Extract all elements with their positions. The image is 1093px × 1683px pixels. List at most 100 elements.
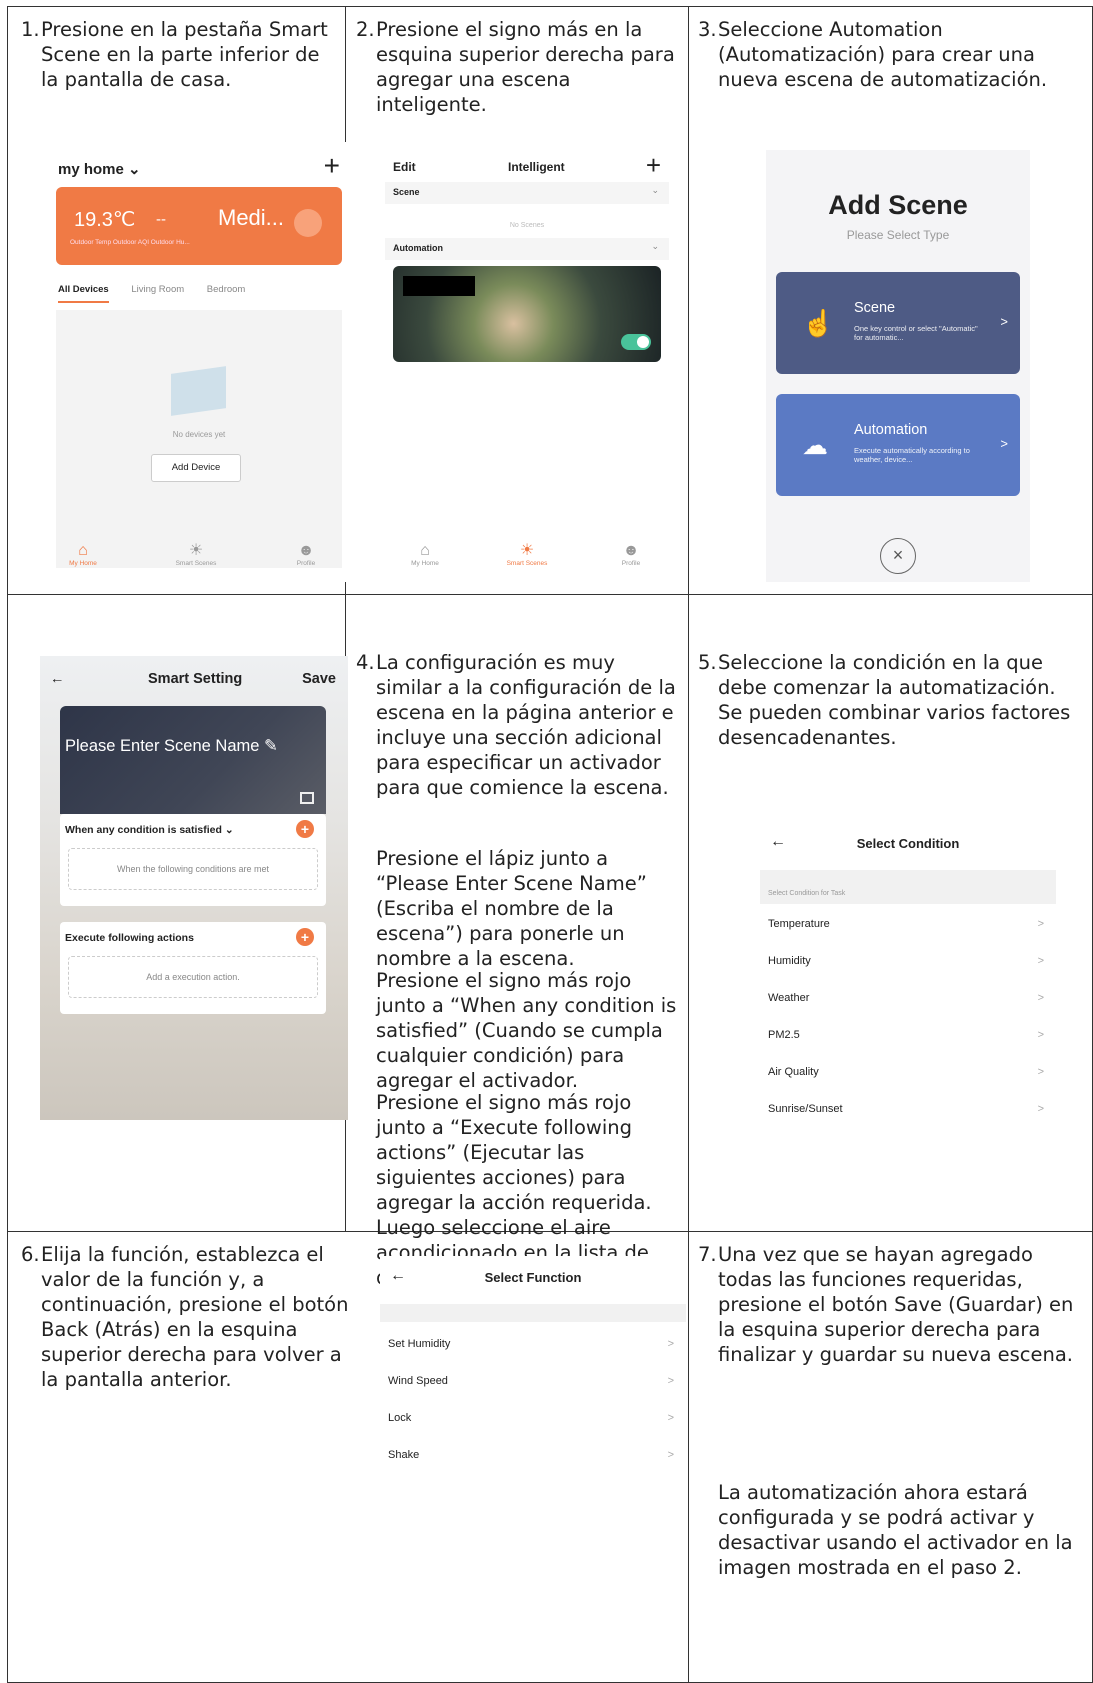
chevron-down-icon: ⌄ [651, 241, 659, 251]
bottom-nav: ⌂ My Home ☀ Smart Scenes ☻ Profile [375, 532, 679, 582]
step-text: Una vez que se hayan agregado todas las … [718, 1243, 1074, 1366]
nav-my-home[interactable]: ⌂ My Home [43, 542, 123, 567]
list-item[interactable]: Humidity > [768, 955, 1044, 967]
scene-name-field[interactable]: Please Enter Scene Name ✎ [65, 736, 278, 756]
nav-smart-scenes[interactable]: ☀ Smart Scenes [156, 542, 236, 567]
list-item[interactable]: Temperature > [768, 918, 1044, 930]
chevron-right-icon: > [667, 1412, 674, 1424]
nav-my-home[interactable]: ⌂ My Home [385, 542, 465, 567]
mic-icon[interactable] [294, 209, 322, 237]
condition-placeholder[interactable]: When the following conditions are met [68, 848, 318, 890]
screenshot-smart-setting: ← Smart Setting Save Please Enter Scene … [40, 656, 348, 1120]
step-number: 6. [21, 1243, 40, 1266]
chevron-right-icon: > [667, 1338, 674, 1350]
chevron-right-icon: > [1037, 955, 1044, 967]
add-icon[interactable]: + [646, 150, 661, 181]
redacted-name [403, 276, 475, 296]
chevron-right-icon: > [667, 1449, 674, 1461]
scene-section[interactable]: Scene ⌄ [385, 182, 669, 204]
automation-card[interactable] [393, 266, 661, 362]
list-item[interactable]: Wind Speed > [388, 1375, 674, 1387]
step-7-paragraph: La automatización ahora estará configura… [718, 1481, 1073, 1579]
profile-icon: ☻ [622, 542, 640, 559]
add-device-button[interactable]: Add Device [151, 454, 241, 482]
back-icon[interactable]: ← [50, 671, 65, 687]
chevron-right-icon: > [1037, 918, 1044, 930]
profile-icon: ☻ [297, 542, 315, 559]
list-item[interactable]: Shake > [388, 1449, 674, 1461]
scene-cover: Please Enter Scene Name ✎ [60, 706, 326, 814]
automation-option[interactable]: ☁ Automation Execute automatically accor… [776, 394, 1020, 496]
screenshot-select-condition: ← Select Condition Select Condition for … [760, 822, 1056, 1144]
step-number: 2. [356, 18, 375, 41]
page-subtitle: Please Select Type [846, 228, 950, 242]
automation-toggle[interactable] [621, 334, 651, 350]
chevron-right-icon: > [1000, 436, 1008, 451]
add-condition-button[interactable]: + [296, 820, 314, 838]
list-item[interactable]: PM2.5 > [768, 1029, 1044, 1041]
add-icon[interactable]: + [324, 150, 340, 182]
tab-bedroom[interactable]: Bedroom [207, 284, 246, 295]
step-number: 5. [698, 651, 717, 674]
sun-icon: ☀ [519, 542, 535, 559]
automation-section[interactable]: Automation ⌄ [385, 238, 669, 260]
step-text: Presione en la pestaña Smart Scene en la… [41, 18, 328, 91]
close-button[interactable]: × [880, 538, 916, 574]
condition-header[interactable]: When any condition is satisfied ⌄ [65, 824, 234, 836]
page-title: Smart Setting [148, 671, 243, 687]
step-text: La configuración es muy similar a la con… [376, 651, 676, 799]
list-item[interactable]: Weather > [768, 992, 1044, 1004]
chevron-right-icon: > [1000, 314, 1008, 329]
home-title[interactable]: my home ⌄ [58, 160, 141, 178]
edit-button[interactable]: Edit [393, 160, 416, 174]
nav-smart-scenes[interactable]: ☀ Smart Scenes [487, 542, 567, 567]
chevron-right-icon: > [1037, 992, 1044, 1004]
nav-profile[interactable]: ☻ Profile [591, 542, 671, 567]
tab-living-room[interactable]: Living Room [131, 284, 184, 295]
step-number: 4. [356, 651, 375, 674]
list-item[interactable]: Air Quality > [768, 1066, 1044, 1078]
list-item[interactable]: Lock > [388, 1412, 674, 1424]
image-icon[interactable] [300, 792, 314, 804]
step-text: Elija la función, establezca el valor de… [41, 1243, 349, 1391]
step-4-paragraph: Presione el signo más rojo junto a “When… [376, 969, 677, 1092]
condition-panel: When any condition is satisfied ⌄ + When… [60, 814, 326, 906]
step-7: 7. Una vez que se hayan agregado todas l… [698, 1242, 1083, 1367]
step-number: 3. [698, 18, 717, 41]
screenshot-select-function: ← Select Function Set Humidity > Wind Spe… [380, 1256, 686, 1496]
page-title: Select Condition [856, 836, 960, 851]
screenshot-add-scene: Add Scene Please Select Type ☝ Scene One… [766, 150, 1030, 582]
list-item[interactable]: Set Humidity > [388, 1338, 674, 1350]
step-text: Seleccione Automation (Automatización) p… [718, 18, 1048, 91]
nav-profile[interactable]: ☻ Profile [266, 542, 346, 567]
scene-option[interactable]: ☝ Scene One key control or select "Autom… [776, 272, 1020, 374]
home-icon: ⌂ [420, 542, 430, 559]
action-placeholder[interactable]: Add a execution action. [68, 956, 318, 998]
page-title: Select Function [484, 1270, 582, 1285]
bottom-nav: ⌂ My Home ☀ Smart Scenes ☻ Profile [38, 532, 350, 582]
step-4: 4. La configuración es muy similar a la … [356, 650, 686, 800]
empty-text: No devices yet [172, 430, 226, 439]
column-divider [688, 7, 689, 1683]
weather-labels: Outdoor Temp Outdoor AQI Outdoor Hu... [70, 239, 190, 246]
page-title: Add Scene [828, 190, 968, 220]
screenshot-home: my home ⌄ + 19.3℃ -- Medi... Outdoor Tem… [38, 142, 350, 582]
action-panel: Execute following actions + Add a execut… [60, 922, 326, 1014]
step-text: Presione el signo más en la esquina supe… [376, 18, 675, 116]
save-button[interactable]: Save [302, 671, 336, 687]
chevron-right-icon: > [1037, 1066, 1044, 1078]
temperature: 19.3℃ [74, 209, 136, 231]
weather-icon: ☁ [802, 430, 828, 460]
add-action-button[interactable]: + [296, 928, 314, 946]
section-band: Select Condition for Task [760, 870, 1056, 904]
device-area: No devices yet Add Device [56, 310, 342, 568]
tab-all-devices[interactable]: All Devices [58, 284, 109, 303]
list-item[interactable]: Sunrise/Sunset > [768, 1103, 1044, 1115]
step-6: 6. Elija la función, establezca el valor… [21, 1242, 351, 1392]
room-tabs: All Devices Living Room Bedroom [58, 284, 344, 303]
chevron-right-icon: > [667, 1375, 674, 1387]
weather-card: 19.3℃ -- Medi... Outdoor Temp Outdoor AQ… [56, 187, 342, 265]
section-band [380, 1304, 686, 1322]
screenshot-intelligent: Edit Intelligent + Scene ⌄ No Scenes Auto… [375, 142, 679, 582]
step-2: 2. Presione el signo más en la esquina s… [356, 17, 676, 117]
